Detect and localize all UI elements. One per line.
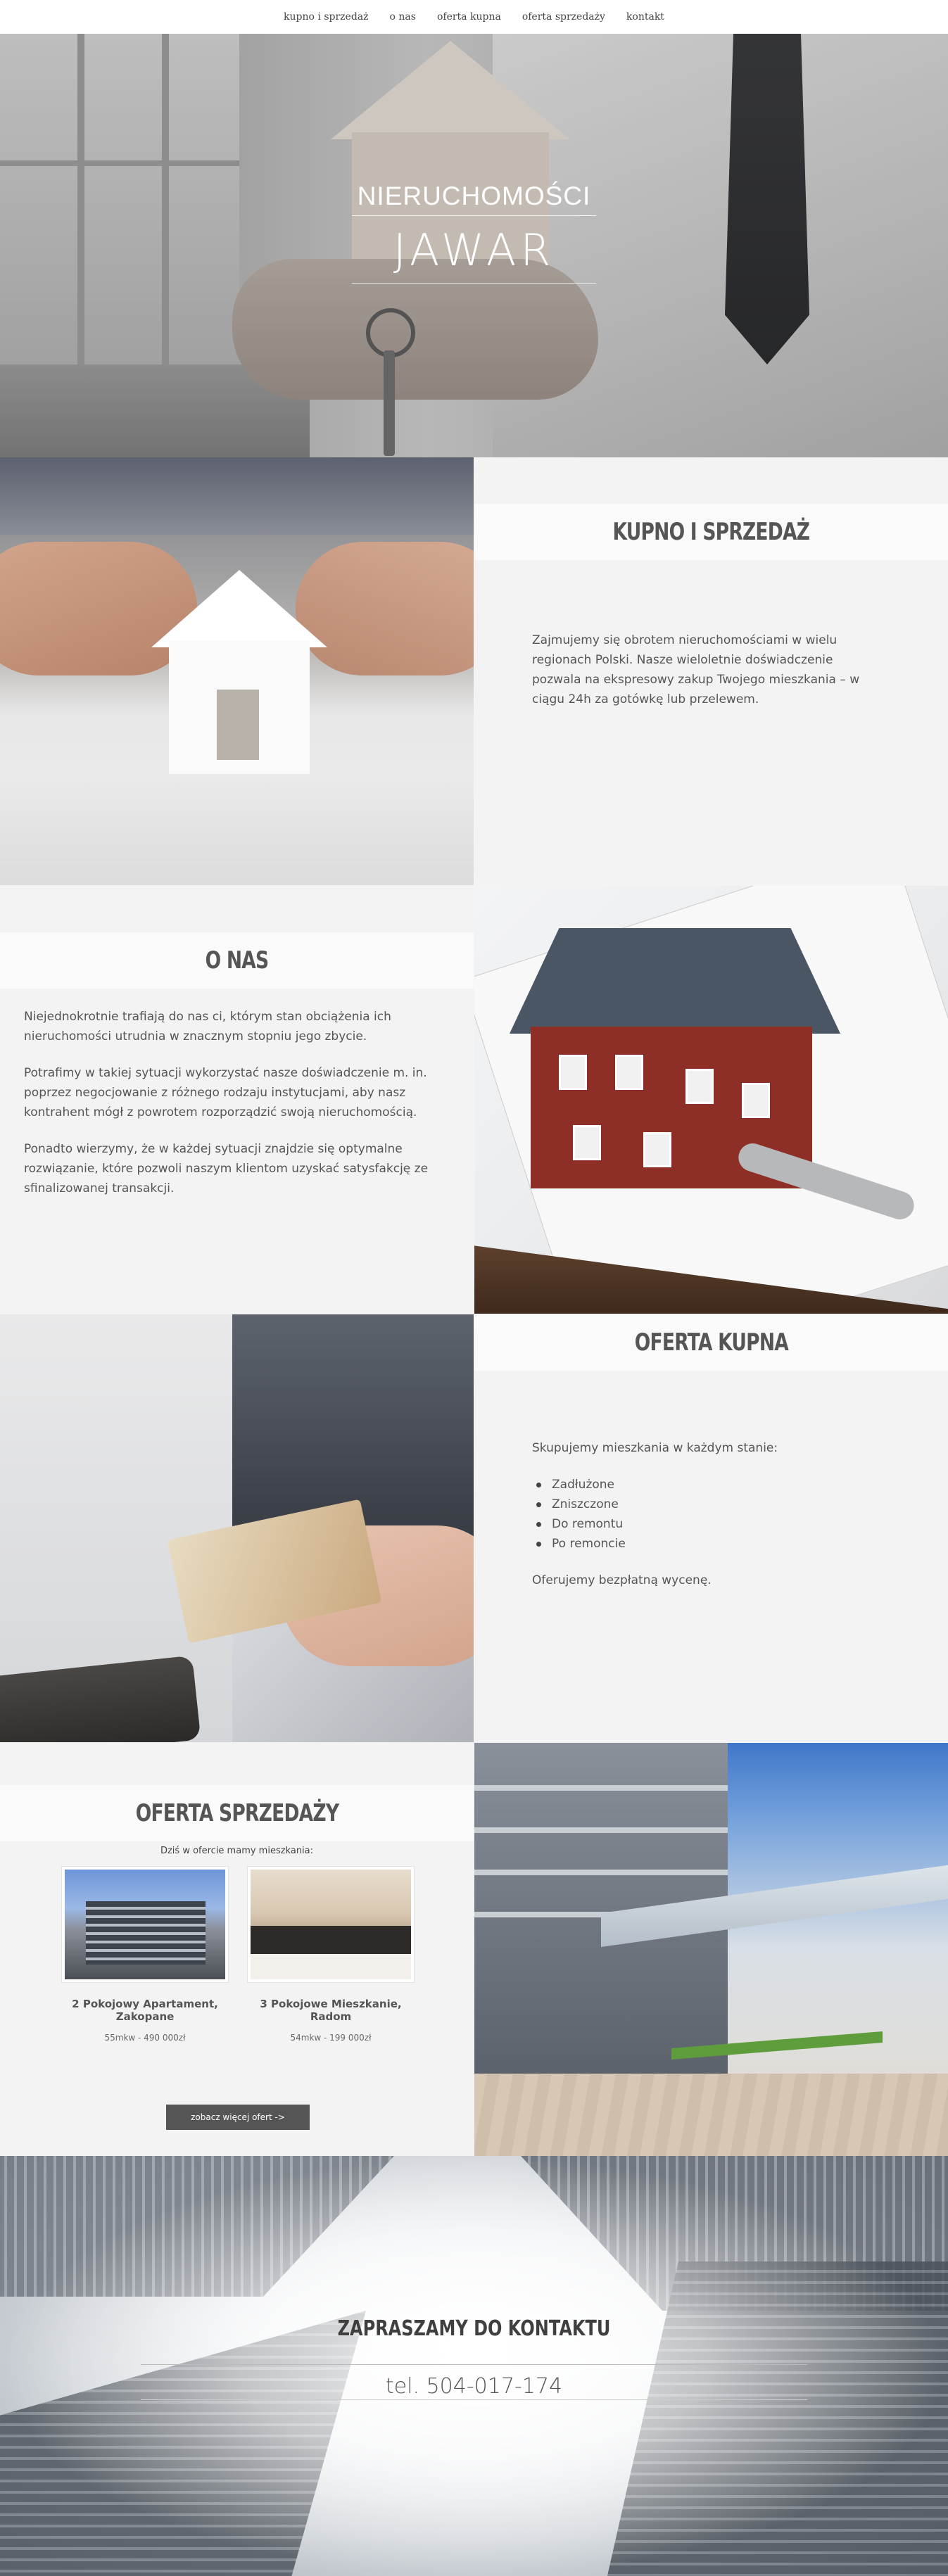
section-heading-band: OFERTA KUPNA	[474, 1314, 948, 1371]
offer-price: 55mkw - 490 000zł	[104, 2033, 186, 2043]
contact-section: ZAPRASZAMY DO KONTAKTU tel. 504-017-174	[0, 2156, 948, 2576]
hands-house-image	[0, 457, 474, 885]
contact-divider	[141, 2364, 807, 2365]
offer-thumbnail[interactable]	[62, 1867, 228, 1982]
list-item: Zniszczone	[536, 1495, 898, 1514]
list-item: Zadłużone	[536, 1475, 898, 1495]
offer-card[interactable]: 3 Pokojowe Mieszkanie, Radom 54mkw - 199…	[246, 1867, 415, 2043]
section-text: Skupujemy mieszkania w każdym stanie: Za…	[532, 1438, 898, 1590]
section-kupno-i-sprzedaz: KUPNO I SPRZEDAŻ Zajmujemy się obrotem n…	[0, 457, 948, 885]
more-offers-button[interactable]: zobacz więcej ofert ->	[166, 2105, 310, 2130]
offer-title[interactable]: 3 Pokojowe Mieszkanie, Radom	[246, 1998, 415, 2023]
paragraph: Niejednokrotnie trafiają do nas ci, któr…	[24, 1010, 391, 1043]
section-oferta-sprzedazy: OFERTA SPRZEDAŻY Dziś w ofercie mamy mie…	[0, 1743, 948, 2156]
hero-title: NIERUCHOMOŚCI	[357, 182, 591, 210]
section-heading: KUPNO I SPRZEDAŻ	[612, 518, 811, 546]
nav-link-kupno-i-sprzedaz[interactable]: kupno i sprzedaż	[284, 11, 368, 23]
top-nav: kupno i sprzedaż o nas oferta kupna ofer…	[0, 0, 948, 34]
hero-subtitle: JAWAR	[393, 224, 555, 276]
section-heading: OFERTA SPRZEDAŻY	[135, 1799, 339, 1827]
intro-text: Skupujemy mieszkania w każdym stanie:	[532, 1441, 778, 1455]
nav-link-o-nas[interactable]: o nas	[390, 11, 416, 23]
offer-title[interactable]: 2 Pokojowy Apartament, Zakopane	[61, 1998, 229, 2023]
condition-list: Zadłużone Zniszczone Do remontu Po remon…	[536, 1475, 898, 1554]
section-text: Niejednokrotnie trafiają do nas ci, któr…	[24, 1007, 453, 1215]
paragraph: Ponadto wierzymy, że w każdej sytuacji z…	[24, 1142, 429, 1195]
nav-link-oferta-kupna[interactable]: oferta kupna	[437, 11, 501, 23]
contact-phone[interactable]: tel. 504-017-174	[0, 2374, 948, 2399]
hero-section: NIERUCHOMOŚCI JAWAR	[0, 34, 948, 457]
hero-divider	[352, 215, 596, 216]
paragraph: Potrafimy w takiej sytuacji wykorzystać …	[24, 1066, 427, 1119]
outro-text: Oferujemy bezpłatną wycenę.	[532, 1573, 712, 1587]
house-model-keys-image	[474, 886, 948, 1314]
list-item: Do remontu	[536, 1514, 898, 1534]
section-heading: OFERTA KUPNA	[634, 1328, 788, 1357]
section-text: Zajmujemy się obrotem nieruchomościami w…	[532, 633, 860, 706]
offer-card[interactable]: 2 Pokojowy Apartament, Zakopane 55mkw - …	[61, 1867, 229, 2043]
section-heading-band: KUPNO I SPRZEDAŻ	[474, 504, 948, 560]
building-exterior-image	[474, 1743, 948, 2156]
money-hand-image	[0, 1314, 474, 1742]
section-o-nas: O NAS Niejednokrotnie trafiają do nas ci…	[0, 886, 948, 1314]
contact-heading: ZAPRASZAMY DO KONTAKTU	[337, 2316, 611, 2341]
section-heading-band: OFERTA SPRZEDAŻY	[0, 1785, 474, 1841]
nav-link-oferta-sprzedazy[interactable]: oferta sprzedaży	[522, 11, 605, 23]
section-heading: O NAS	[205, 946, 269, 975]
list-item: Po remoncie	[536, 1534, 898, 1554]
hero-logo: NIERUCHOMOŚCI JAWAR	[352, 182, 596, 284]
offer-thumbnail[interactable]	[248, 1867, 414, 1982]
section-oferta-kupna: OFERTA KUPNA Skupujemy mieszkania w każd…	[0, 1314, 948, 1742]
nav-link-kontakt[interactable]: kontakt	[626, 11, 664, 23]
section-heading-band: O NAS	[0, 932, 474, 989]
offer-price: 54mkw - 199 000zł	[290, 2033, 372, 2043]
offer-intro: Dziś w ofercie mamy mieszkania:	[160, 1846, 314, 1856]
